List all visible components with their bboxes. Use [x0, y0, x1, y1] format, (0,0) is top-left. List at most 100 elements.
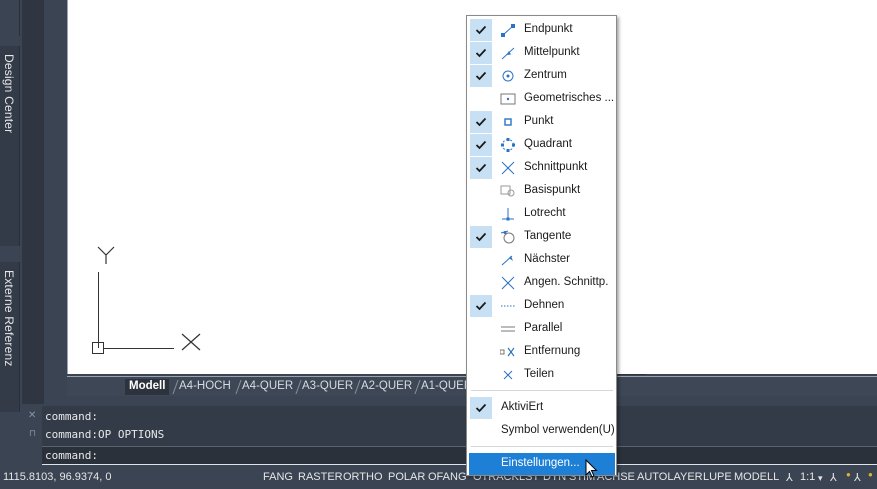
menu-item-teilen[interactable]: Teilen — [469, 364, 615, 386]
tab-a4-hoch[interactable]: A4-HOCH — [175, 379, 235, 395]
object-snap-context-menu: Endpunkt Mittelpunkt Zentrum Geometrisches … — [466, 15, 617, 476]
annotation-visibility-icon[interactable]: ⅄ — [830, 471, 837, 484]
node-icon — [500, 115, 516, 129]
auto-scale-icon[interactable]: ⅄ — [854, 471, 861, 484]
chevron-down-icon[interactable]: ▾ — [818, 473, 823, 484]
menu-item-geometrisches[interactable]: Geometrisches ... — [469, 88, 615, 110]
external-reference-label: Externe Referenz — [2, 270, 16, 367]
geometric-center-icon — [500, 92, 516, 106]
drawing-line — [618, 374, 646, 375]
menu-item-zentrum[interactable]: Zentrum — [469, 65, 615, 87]
menu-item-label: Schnittpunkt — [524, 161, 588, 173]
status-polar-button[interactable]: POLAR — [388, 471, 425, 483]
checkmark-icon — [470, 19, 492, 41]
midpoint-icon — [500, 46, 516, 60]
checkmark-icon — [470, 226, 492, 248]
apparent-intersection-icon — [500, 276, 516, 290]
status-raster-button[interactable]: RASTER — [298, 471, 343, 483]
status-ortho-button[interactable]: ORTHO — [343, 471, 383, 483]
endpoint-icon — [500, 23, 516, 37]
menu-item-entfernung[interactable]: Entfernung — [469, 341, 615, 363]
status-autolayer-button[interactable]: AUTOLAYER — [637, 471, 703, 483]
menu-item-quadrant[interactable]: Quadrant — [469, 134, 615, 156]
menu-separator — [471, 390, 613, 391]
tangent-icon — [500, 230, 516, 244]
divide-icon — [500, 368, 516, 382]
status-bar: 1115.8103, 96.9374, 0 FANG RASTER ORTHO … — [0, 466, 877, 489]
tab-modell[interactable]: Modell — [125, 379, 170, 395]
menu-item-label: Angen. Schnittp. — [524, 276, 609, 288]
menu-item-label: Mittelpunkt — [524, 46, 580, 58]
menu-item-endpunkt[interactable]: Endpunkt — [469, 19, 615, 41]
app-window: Design Center Externe Referenz Modell A4… — [0, 0, 877, 489]
menu-item-label: Dehnen — [524, 299, 565, 311]
menu-item-label: Tangente — [524, 230, 572, 242]
menu-item-label: AktiviErt — [501, 401, 544, 413]
status-fang-button[interactable]: FANG — [263, 471, 293, 483]
menu-item-basispunkt[interactable]: Basispunkt — [469, 180, 615, 202]
ucs-y-axis — [98, 272, 99, 348]
checkmark-icon — [470, 65, 492, 87]
menu-item-label: Symbol verwenden(U) — [501, 424, 615, 436]
menu-item-nächster[interactable]: Nächster — [469, 249, 615, 271]
status-modell-button[interactable]: MODELL — [734, 471, 779, 483]
left-gutter — [22, 0, 44, 404]
menu-item-label: Einstellungen... — [501, 457, 580, 469]
menu-item-dehnen[interactable]: Dehnen — [469, 295, 615, 317]
tab-a2-quer[interactable]: A2-QUER — [357, 379, 416, 395]
ucs-origin-box — [92, 342, 104, 354]
ucs-x-axis — [104, 348, 174, 349]
checkmark-icon — [470, 397, 492, 419]
external-reference-palette[interactable]: Externe Referenz — [0, 262, 20, 412]
checkmark-icon — [470, 111, 492, 133]
menu-item-parallel[interactable]: Parallel — [469, 318, 615, 340]
menu-item-label: Basispunkt — [524, 184, 581, 196]
checkmark-icon — [470, 42, 492, 64]
menu-item-schnittpunkt[interactable]: Schnittpunkt — [469, 157, 615, 179]
menu-item-label: Entfernung — [524, 345, 581, 357]
menu-item-aktiviert[interactable]: AktiviErt — [469, 397, 615, 419]
checkmark-icon — [470, 295, 492, 317]
menu-item-symbol-verwenden[interactable]: Symbol verwenden(U) — [469, 420, 615, 442]
tab-a4-quer[interactable]: A4-QUER — [238, 379, 297, 395]
status-ofang-button[interactable]: OFANG — [428, 471, 467, 483]
perpendicular-icon — [500, 207, 516, 221]
checkmark-icon — [470, 157, 492, 179]
menu-item-label: Zentrum — [524, 69, 567, 81]
menu-item-label: Quadrant — [524, 138, 572, 150]
menu-item-mittelpunkt[interactable]: Mittelpunkt — [469, 42, 615, 64]
annotation-scale-icon[interactable]: ⅄ — [786, 471, 793, 484]
extension-icon — [500, 299, 516, 313]
command-prompt: command: — [45, 449, 98, 462]
left-gutter-2 — [44, 0, 67, 404]
status-lupe-button[interactable]: LUPE — [703, 471, 732, 483]
center-icon — [500, 69, 516, 83]
command-history-line: command:OP OPTIONS — [45, 428, 165, 441]
warning-icon: ● — [846, 470, 851, 479]
design-center-palette[interactable]: Design Center — [0, 46, 20, 246]
menu-item-punkt[interactable]: Punkt — [469, 111, 615, 133]
quadrant-icon — [500, 138, 516, 152]
palette-top — [0, 0, 20, 36]
ucs-y-label — [97, 246, 115, 264]
command-history — [42, 406, 877, 446]
nearest-icon — [500, 253, 516, 267]
menu-item-tangente[interactable]: Tangente — [469, 226, 615, 248]
menu-item-label: Parallel — [524, 322, 563, 334]
menu-item-label: Nächster — [524, 253, 571, 265]
menu-item-label: Geometrisches ... — [524, 92, 615, 104]
annotation-scale[interactable]: 1:1 — [800, 471, 815, 483]
tab-a3-quer[interactable]: A3-QUER — [298, 379, 357, 395]
pin-icon[interactable]: ⊓ — [29, 428, 36, 439]
design-center-label: Design Center — [2, 54, 16, 134]
menu-item-angen-schnittp[interactable]: Angen. Schnittp. — [469, 272, 615, 294]
checkmark-icon — [470, 134, 492, 156]
close-icon[interactable]: ✕ — [28, 410, 36, 421]
menu-item-label: Punkt — [524, 115, 554, 127]
mouse-cursor-icon — [585, 459, 598, 478]
menu-separator — [471, 446, 613, 447]
menu-item-lotrecht[interactable]: Lotrecht — [469, 203, 615, 225]
command-input[interactable]: command: — [42, 446, 877, 465]
insertion-icon — [500, 184, 516, 198]
parallel-icon — [500, 322, 516, 336]
